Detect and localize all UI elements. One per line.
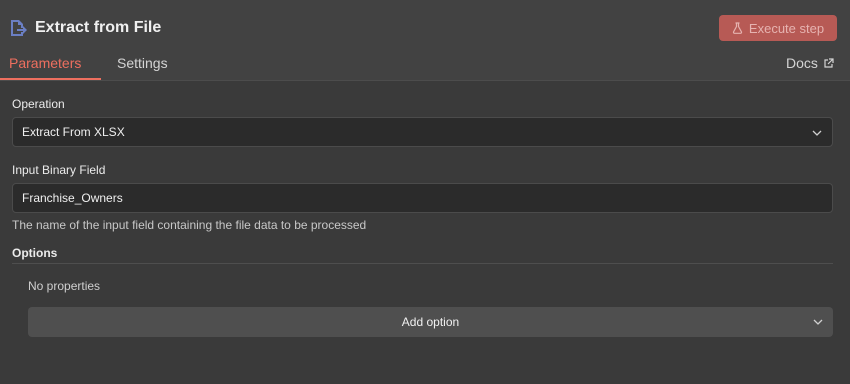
node-title: Extract from File	[35, 19, 162, 36]
active-tab-indicator	[0, 78, 101, 80]
input-binary-field-label: Input Binary Field	[12, 163, 106, 177]
add-option-button[interactable]: Add option	[28, 307, 833, 337]
file-export-icon	[8, 18, 28, 38]
operation-value: Extract From XLSX	[22, 125, 125, 139]
options-divider	[12, 263, 833, 264]
tab-settings[interactable]: Settings	[117, 55, 168, 81]
input-binary-field[interactable]: Franchise_Owners	[12, 183, 833, 213]
input-binary-field-hint: The name of the input field containing t…	[12, 218, 367, 232]
docs-label: Docs	[786, 55, 818, 71]
options-label: Options	[12, 246, 58, 260]
external-link-icon	[824, 57, 834, 68]
execute-step-label: Execute step	[748, 20, 825, 36]
flask-icon	[732, 22, 743, 34]
input-binary-field-value: Franchise_Owners	[22, 191, 123, 205]
no-properties-text: No properties	[28, 279, 101, 293]
chevron-down-icon	[812, 130, 822, 136]
operation-label: Operation	[12, 97, 65, 111]
operation-select[interactable]: Extract From XLSX	[12, 117, 833, 147]
add-option-label: Add option	[401, 315, 460, 329]
node-title-row: Extract from File	[8, 14, 161, 42]
node-header: Extract from File Execute step Parameter…	[0, 0, 850, 81]
docs-link[interactable]: Docs	[786, 55, 834, 71]
chevron-down-icon	[813, 319, 823, 325]
execute-step-button[interactable]: Execute step	[719, 15, 837, 41]
